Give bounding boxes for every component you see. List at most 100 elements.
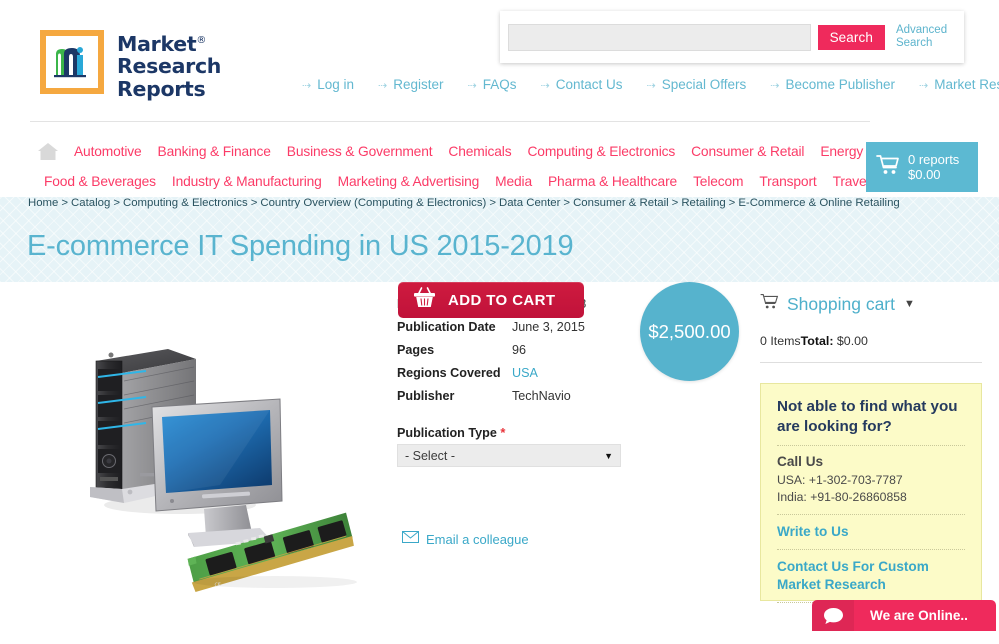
- cart-total-value: $0.00: [837, 334, 868, 348]
- top-link-log-in[interactable]: ⇢Log in: [290, 77, 366, 92]
- page-root: Market® Research Reports Search Advanced…: [0, 0, 999, 644]
- cart-summary: 0 ItemsTotal: $0.00: [760, 334, 982, 348]
- custom-research-link[interactable]: Contact Us For Custom Market Research: [777, 558, 965, 594]
- top-link-faqs[interactable]: ⇢ FAQs: [456, 77, 529, 92]
- top-link-label: Register: [393, 77, 443, 92]
- publication-type-selected-value: - Select -: [405, 449, 455, 463]
- chat-widget[interactable]: We are Online..: [812, 600, 996, 631]
- detail-key: Publisher: [397, 389, 512, 403]
- header-cart-total: $0.00: [908, 167, 959, 183]
- price-badge: $2,500.00: [640, 282, 739, 381]
- top-link-become-publisher[interactable]: ⇢ Become Publisher: [758, 77, 907, 92]
- header-cart-count: 0 reports: [908, 152, 959, 168]
- page-banner: Home>Catalog>Computing & Electronics>Cou…: [0, 197, 999, 282]
- advanced-search-link[interactable]: Advanced Search: [896, 24, 956, 51]
- email-colleague-label: Email a colleague: [426, 532, 529, 547]
- detail-value: June 3, 2015: [512, 320, 585, 334]
- breadcrumb-separator: >: [486, 197, 499, 209]
- top-link-label: Contact Us: [556, 77, 623, 92]
- search-input[interactable]: [508, 24, 811, 51]
- arrow-icon: ⇢: [919, 80, 928, 92]
- arrow-icon: ⇢: [468, 80, 477, 92]
- detail-value[interactable]: USA: [512, 366, 538, 380]
- nav-item-food-beverages[interactable]: Food & Beverages: [36, 174, 164, 189]
- help-divider-1: [777, 445, 965, 446]
- publication-type-label-text: Publication Type: [397, 426, 497, 440]
- arrow-icon: ⇢: [541, 80, 550, 92]
- top-link-label: Become Publisher: [785, 77, 895, 92]
- top-utility-links: ⇢Log in⇢Register⇢FAQs⇢Contact Us⇢Special…: [290, 77, 999, 92]
- detail-key: Regions Covered: [397, 366, 512, 380]
- breadcrumb-item[interactable]: Catalog: [71, 197, 110, 209]
- nav-item-media[interactable]: Media: [487, 174, 540, 189]
- chat-bubble-icon: [812, 600, 854, 631]
- top-link-label: Special Offers: [662, 77, 747, 92]
- write-to-us-link[interactable]: Write to Us: [777, 523, 965, 541]
- detail-key: Pages: [397, 343, 512, 357]
- cart-icon: [876, 154, 901, 181]
- site-header: Market® Research Reports Search Advanced…: [0, 0, 999, 122]
- cart-total-label: Total:: [801, 334, 834, 348]
- logo-wordmark: Market® Research Reports: [117, 30, 221, 100]
- logo-line-2: Research: [117, 55, 221, 78]
- top-link-market-research-blog[interactable]: ⇢Market Research Blog: [907, 77, 999, 92]
- nav-item-pharma-healthcare[interactable]: Pharma & Healthcare: [540, 174, 685, 189]
- detail-key: Publication Date: [397, 320, 512, 334]
- breadcrumb-item[interactable]: Data Center: [499, 197, 560, 209]
- detail-row: Pages96: [397, 343, 637, 366]
- registered-mark: ®: [196, 35, 206, 46]
- category-nav: AutomotiveBanking & FinanceBusiness & Go…: [0, 122, 999, 197]
- detail-row: Regions CoveredUSA: [397, 366, 637, 389]
- top-link-register[interactable]: ⇢ Register: [366, 77, 456, 92]
- breadcrumb-item[interactable]: E-Commerce & Online Retailing: [738, 197, 899, 209]
- shopping-cart-icon: [760, 293, 779, 315]
- basket-icon: [412, 286, 437, 314]
- breadcrumb-item[interactable]: Home: [28, 197, 58, 209]
- publication-type-label: Publication Type *: [397, 425, 505, 440]
- top-link-label: Log in: [317, 77, 354, 92]
- breadcrumb-item[interactable]: Consumer & Retail: [573, 197, 669, 209]
- nav-item-automotive[interactable]: Automotive: [66, 144, 150, 159]
- search-bar: Search Advanced Search: [500, 11, 964, 63]
- home-icon[interactable]: [37, 142, 59, 161]
- breadcrumb-item[interactable]: Country Overview (Computing & Electronic…: [260, 197, 486, 209]
- help-box-title: Not able to find what you are looking fo…: [777, 397, 965, 437]
- breadcrumb-separator: >: [110, 197, 123, 209]
- add-to-cart-label: ADD TO CART: [448, 292, 555, 309]
- top-link-label: FAQs: [483, 77, 517, 92]
- breadcrumb: Home>Catalog>Computing & Electronics>Cou…: [28, 197, 900, 209]
- add-to-cart-button[interactable]: ADD TO CART: [398, 282, 584, 318]
- nav-item-consumer-retail[interactable]: Consumer & Retail: [683, 144, 812, 159]
- nav-item-transport[interactable]: Transport: [751, 174, 824, 189]
- nav-item-industry-manufacturing[interactable]: Industry & Manufacturing: [164, 174, 330, 189]
- arrow-icon: ⇢: [378, 80, 387, 92]
- breadcrumb-item[interactable]: Retailing: [681, 197, 725, 209]
- logo-line-1: Market: [117, 32, 196, 56]
- arrow-icon: ⇢: [770, 80, 779, 92]
- shopping-cart-header[interactable]: Shopping cart ▼: [760, 293, 982, 315]
- chat-widget-label: We are Online..: [870, 608, 968, 623]
- arrow-icon: ⇢: [647, 80, 656, 92]
- search-button[interactable]: Search: [818, 25, 885, 50]
- top-link-contact-us[interactable]: ⇢ Contact Us: [529, 77, 635, 92]
- help-divider-3: [777, 549, 965, 550]
- nav-item-marketing-advertising[interactable]: Marketing & Advertising: [330, 174, 488, 189]
- top-link-special-offers[interactable]: ⇢ Special Offers: [635, 77, 759, 92]
- nav-item-banking-finance[interactable]: Banking & Finance: [150, 144, 279, 159]
- nav-item-computing-electronics[interactable]: Computing & Electronics: [519, 144, 683, 159]
- publication-type-select[interactable]: - Select - ▼: [397, 444, 621, 467]
- required-marker: *: [500, 425, 505, 440]
- chevron-down-icon: ▼: [604, 451, 613, 461]
- site-logo[interactable]: Market® Research Reports: [40, 30, 221, 100]
- breadcrumb-separator: >: [58, 197, 71, 209]
- main-content: C€ Publication IDTNV0615008Publication D…: [0, 282, 999, 644]
- phone-india: India: +91-80-26860858: [777, 489, 965, 506]
- nav-item-chemicals[interactable]: Chemicals: [440, 144, 519, 159]
- breadcrumb-item[interactable]: Computing & Electronics: [123, 197, 248, 209]
- header-cart-button[interactable]: 0 reports $0.00: [866, 142, 978, 192]
- page-title: E-commerce IT Spending in US 2015-2019: [27, 230, 573, 263]
- logo-mark-icon: [40, 30, 104, 94]
- nav-item-telecom[interactable]: Telecom: [685, 174, 751, 189]
- email-colleague-link[interactable]: Email a colleague: [402, 530, 529, 548]
- nav-item-business-government[interactable]: Business & Government: [279, 144, 441, 159]
